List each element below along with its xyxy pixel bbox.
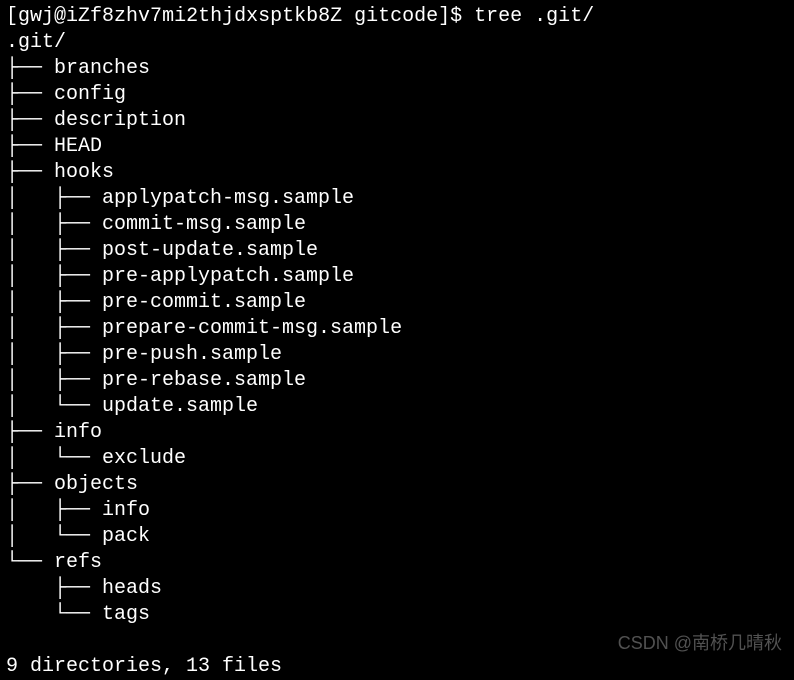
tree-output-line: │ ├── prepare-commit-msg.sample xyxy=(6,316,788,342)
prompt-open: [ xyxy=(6,5,18,28)
prompt-space xyxy=(342,5,354,28)
prompt-at: @ xyxy=(54,5,66,28)
tree-output-line: │ └── exclude xyxy=(6,446,788,472)
tree-output-line: │ ├── pre-applypatch.sample xyxy=(6,264,788,290)
tree-output-line: │ ├── pre-push.sample xyxy=(6,342,788,368)
tree-output-line: └── refs xyxy=(6,550,788,576)
tree-output-line: ├── info xyxy=(6,420,788,446)
tree-output-line: │ ├── pre-commit.sample xyxy=(6,290,788,316)
tree-output-line: ├── objects xyxy=(6,472,788,498)
shell-prompt[interactable]: [gwj@iZf8zhv7mi2thjdxsptkb8Z gitcode]$ t… xyxy=(6,4,788,30)
tree-output-line: │ └── pack xyxy=(6,524,788,550)
tree-output-line: │ ├── info xyxy=(6,498,788,524)
tree-output-line: └── tags xyxy=(6,602,788,628)
prompt-space2 xyxy=(462,5,474,28)
tree-output-line: ├── config xyxy=(6,82,788,108)
tree-output-line: │ └── update.sample xyxy=(6,394,788,420)
tree-output-line: ├── HEAD xyxy=(6,134,788,160)
command-text: tree .git/ xyxy=(474,5,594,28)
tree-output-line: │ ├── commit-msg.sample xyxy=(6,212,788,238)
prompt-close: ] xyxy=(438,5,450,28)
tree-output-line: │ ├── applypatch-msg.sample xyxy=(6,186,788,212)
tree-output-line: ├── hooks xyxy=(6,160,788,186)
tree-output-line: ├── branches xyxy=(6,56,788,82)
tree-root: .git/ xyxy=(6,30,788,56)
tree-output-line: │ ├── post-update.sample xyxy=(6,238,788,264)
prompt-cwd: gitcode xyxy=(354,5,438,28)
tree-output-line: ├── heads xyxy=(6,576,788,602)
tree-output-line: ├── description xyxy=(6,108,788,134)
prompt-user: gwj xyxy=(18,5,54,28)
prompt-symbol: $ xyxy=(450,5,462,28)
tree-output-line: │ ├── pre-rebase.sample xyxy=(6,368,788,394)
prompt-host: iZf8zhv7mi2thjdxsptkb8Z xyxy=(66,5,342,28)
watermark-text: CSDN @南桥几晴秋 xyxy=(618,632,782,655)
tree-summary: 9 directories, 13 files xyxy=(6,654,788,680)
